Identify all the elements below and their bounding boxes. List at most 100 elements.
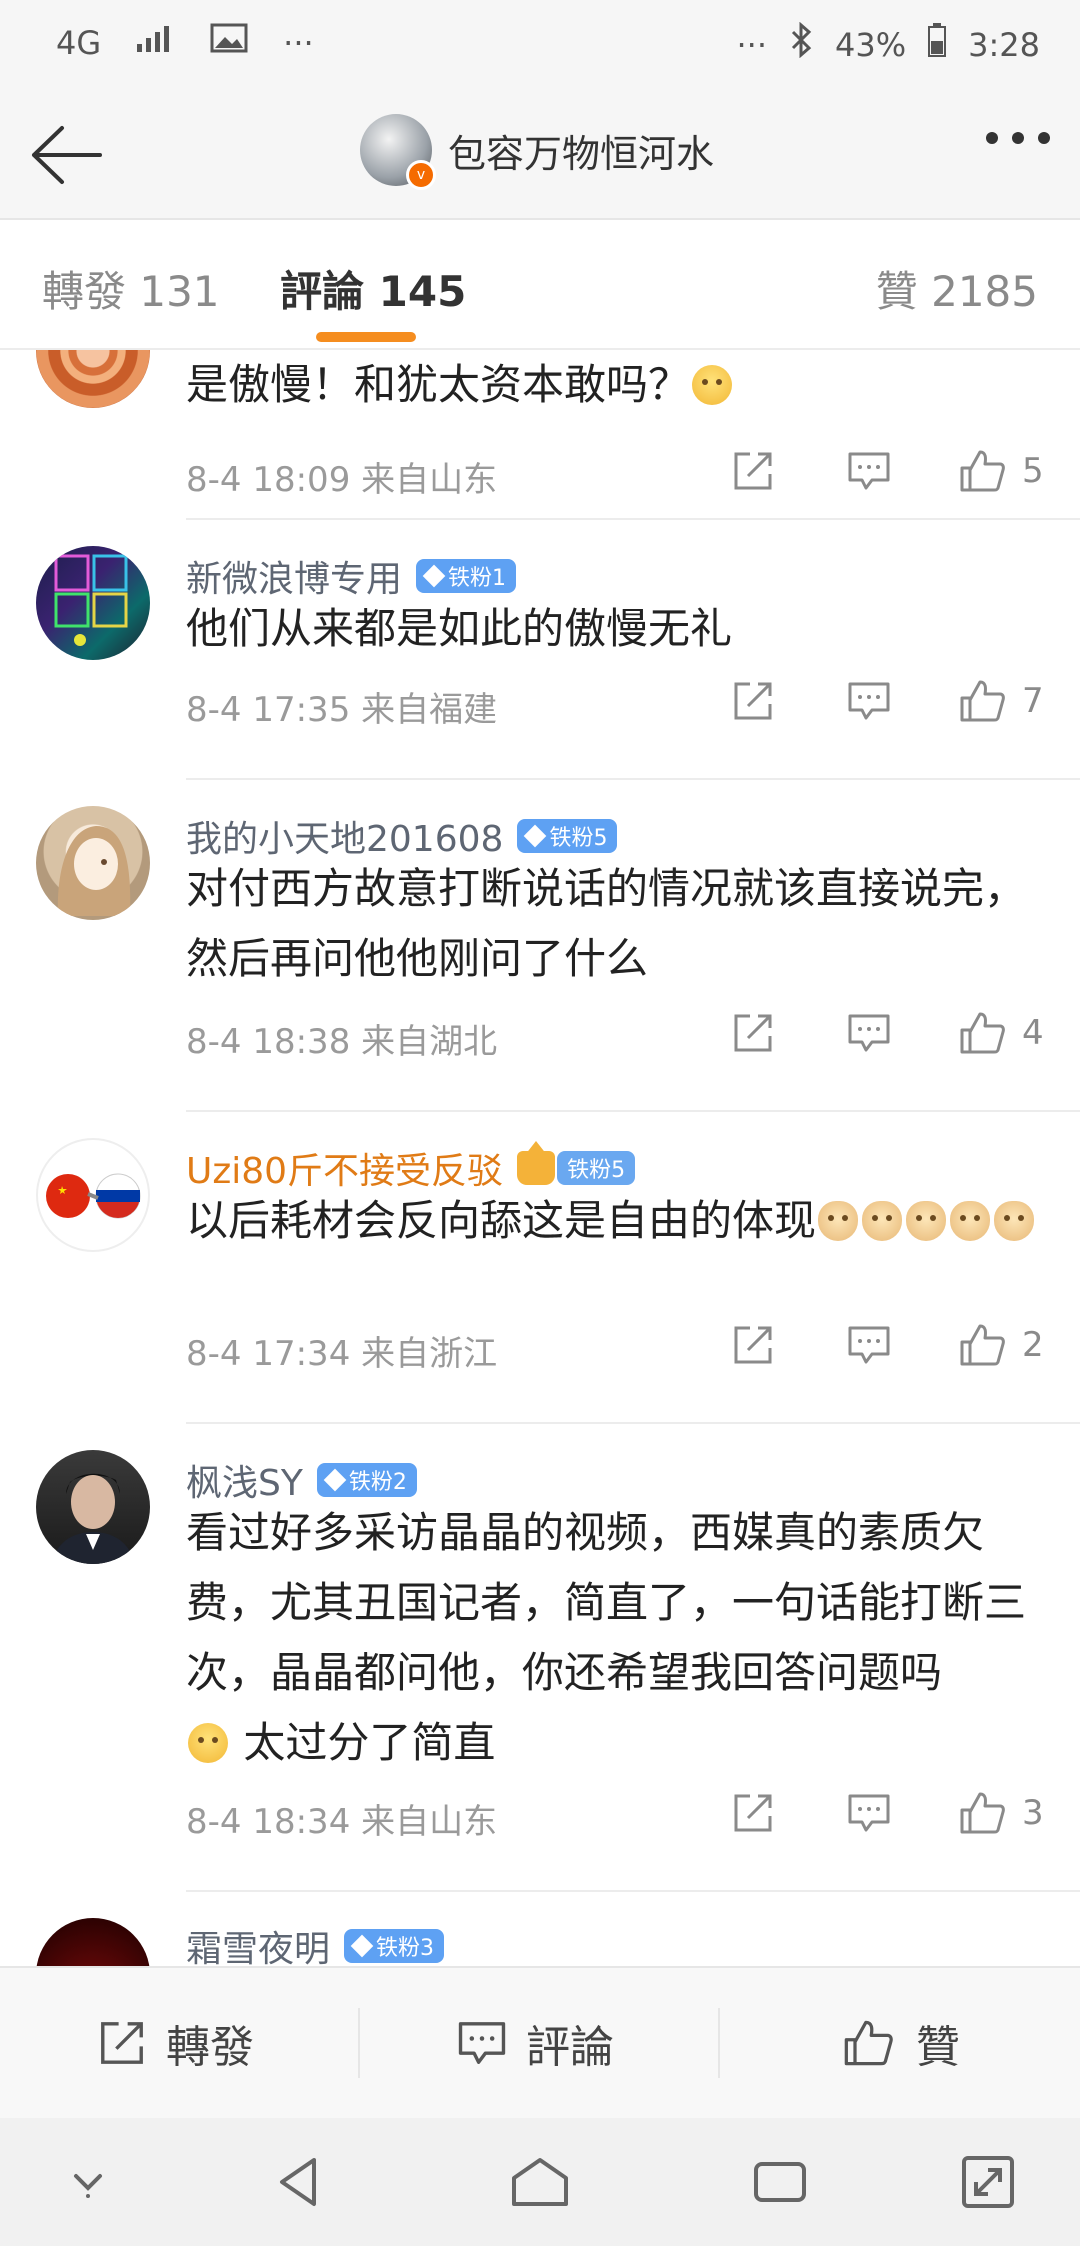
comment-actions: 2 [730,1320,1050,1370]
like-button[interactable]: 7 [958,676,1044,726]
neon-sign-image [54,554,128,646]
like-count: 5 [1022,451,1044,491]
diamond-icon [422,564,446,588]
notification-dots: ··· [283,23,314,62]
doge-emoji-icon [862,1201,903,1241]
chevron-down-icon[interactable] [52,2146,124,2218]
home-nav-icon[interactable] [504,2146,576,2218]
doge-emoji-icon [818,1201,859,1241]
profile-title[interactable]: v 包容万物恒河水 [360,114,714,190]
battery-icon [928,23,947,66]
man-portrait-image [52,1473,134,1564]
laughing-emoji-icon [692,365,733,405]
title-bar: v 包容万物恒河水 [0,92,1080,220]
like-count: 4 [1022,1013,1044,1053]
repost-button[interactable] [730,446,776,496]
comment-text-content: 看过好多采访晶晶的视频，西媒真的素质欠费，尤其丑国记者，简直了，一句话能打断三次… [186,1508,1027,1697]
badge-label: 铁粉5 [567,1158,626,1183]
comment-meta: 8-4 18:38 来自湖北 [186,1022,498,1062]
comment-actions: 7 [730,676,1050,726]
thumbs-up-icon [960,1012,1005,1054]
crown-icon [517,1141,556,1185]
more-button[interactable] [986,132,1050,144]
clock: 3:28 [968,25,1040,64]
comment-actions: 5 [730,446,1050,496]
fan-badge: 铁粉3 [344,1929,445,1963]
like-count: 7 [1022,681,1044,721]
comment-action-button[interactable]: 評論 [456,2012,614,2074]
doge-emoji-icon [950,1201,991,1241]
comment-author[interactable]: 霜雪夜明 铁粉3 [186,1920,445,1966]
like-count: 3 [1022,1793,1044,1833]
avatar[interactable] [36,546,150,660]
repost-button[interactable] [730,1320,776,1370]
active-tab-indicator [316,332,416,342]
repost-icon [734,1326,772,1364]
repost-button[interactable] [730,1008,776,1058]
avatar[interactable] [36,1138,150,1252]
system-nav-bar [0,2118,1080,2246]
comment-text: 看过好多采访晶晶的视频，西媒真的素质欠费，尤其丑国记者，简直了，一句话能打断三次… [186,1498,1044,1778]
comment-meta: 8-4 18:09 来自山东 [186,460,498,500]
comment-text-tail: 太过分了简直 [243,1718,496,1767]
like-button[interactable]: 3 [958,1788,1044,1838]
avatar[interactable] [36,350,150,408]
repost-button[interactable] [730,1788,776,1838]
avatar[interactable]: v [360,114,436,190]
doge-emoji-icon [994,1201,1035,1241]
comment-item: 枫浅SY 铁粉2 看过好多采访晶晶的视频，西媒真的素质欠费，尤其丑国记者，简直了… [0,1426,1080,1892]
like-action-button[interactable]: 贊 [842,2012,960,2074]
comment-button[interactable] [846,1788,892,1838]
divider [186,778,1080,780]
comment-button[interactable] [846,676,892,726]
fan-badge: 铁粉5 [517,819,618,853]
expand-icon[interactable] [952,2146,1024,2218]
comment-meta: 8-4 18:34 来自山东 [186,1802,498,1842]
tab-comments[interactable]: 評論 145 [280,258,466,319]
comment-icon [848,1326,890,1364]
thumbs-up-icon [960,1324,1005,1366]
comment-text: 他们从来都是如此的傲慢无礼 [186,604,733,653]
divider [718,2008,720,2078]
like-count: 2 [1022,1325,1044,1365]
more-status-dots: ··· [736,25,768,64]
comment-list[interactable]: 是傲慢！和犹太资本敢吗？ 8-4 18:09 来自山东 5 新微浪博专用 铁粉1… [0,350,1080,1966]
comment-button[interactable] [846,1008,892,1058]
bottom-action-bar: 轉發 評論 贊 [0,1966,1080,2118]
recents-nav-icon[interactable] [744,2146,816,2218]
status-bar: 4G ··· ··· 43% 3:28 [0,0,1080,92]
more-dot [986,132,998,144]
back-button[interactable] [28,120,104,190]
avatar[interactable] [36,806,150,920]
repost-icon [734,1014,772,1052]
like-button[interactable]: 4 [958,1008,1044,1058]
diamond-icon [350,1934,374,1958]
back-arrow-icon [32,126,102,184]
network-indicator: 4G [56,23,102,62]
like-button[interactable]: 5 [958,446,1044,496]
repost-icon [734,1794,772,1832]
comment-icon [848,682,890,720]
like-label: 贊 [916,2022,960,2073]
author-name: 霜雪夜明 [186,1929,331,1966]
divider [358,2008,360,2078]
back-nav-icon[interactable] [264,2146,336,2218]
tab-likes[interactable]: 贊 2185 [876,258,1038,319]
doge-emoji-icon [906,1201,947,1241]
more-dot [1038,132,1050,144]
thumbs-up-icon [960,680,1005,722]
fan-badge: 铁粉5 [557,1151,636,1185]
avatar[interactable] [36,1918,150,1966]
comment-label: 評論 [526,2022,614,2073]
comment-meta: 8-4 17:34 来自浙江 [186,1334,498,1374]
divider [186,1422,1080,1424]
more-dot [1012,132,1024,144]
repost-button[interactable] [730,676,776,726]
tab-reposts[interactable]: 轉發 131 [42,258,220,319]
comment-button[interactable] [846,446,892,496]
comment-button[interactable] [846,1320,892,1370]
avatar[interactable] [36,1450,150,1564]
repost-action-button[interactable]: 轉發 [96,2012,254,2074]
diamond-icon [524,824,547,848]
like-button[interactable]: 2 [958,1320,1044,1370]
